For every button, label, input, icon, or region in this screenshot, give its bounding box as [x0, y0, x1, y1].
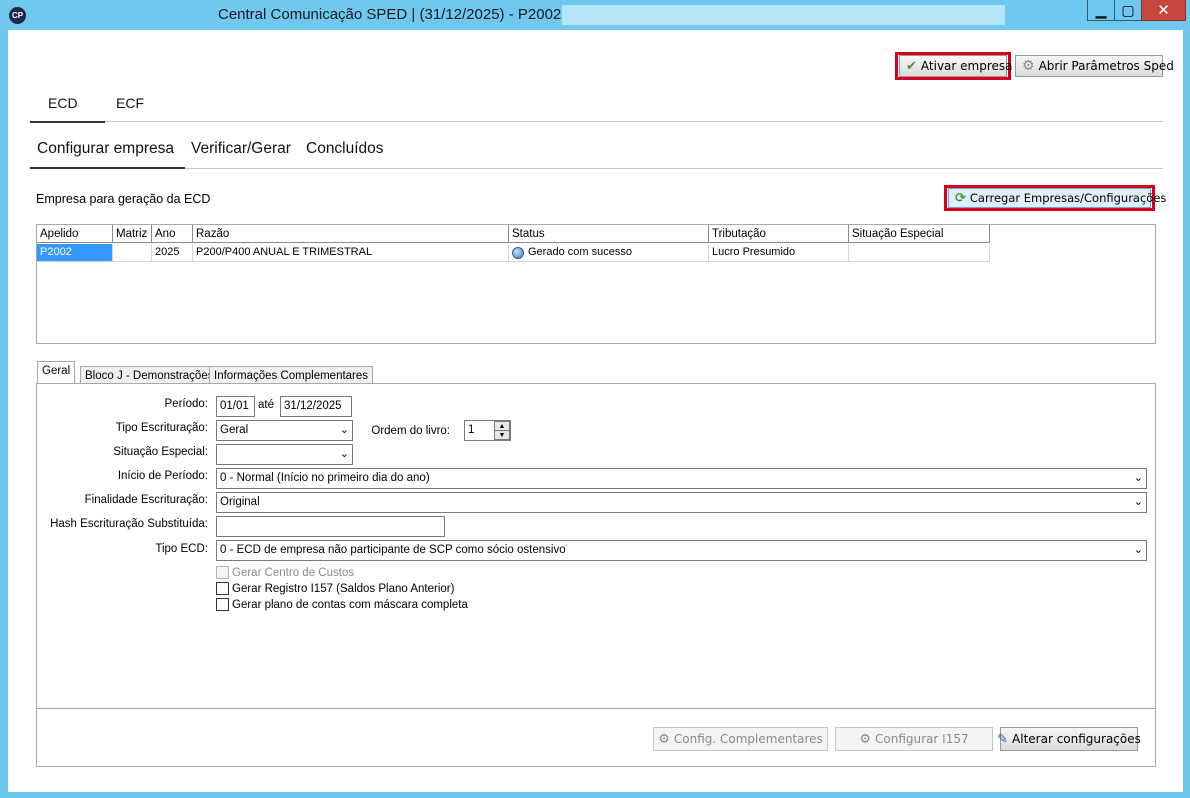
chevron-down-icon: ⌄: [1133, 544, 1143, 556]
maximize-icon: ▢: [1121, 1, 1135, 18]
main-tabs-divider: [105, 121, 1163, 122]
gerar-i157-label: Gerar Registro I157 (Saldos Plano Anteri…: [232, 582, 455, 595]
finalidade-value: Original: [220, 496, 260, 508]
gerar-i157-checkbox[interactable]: Gerar Registro I157 (Saldos Plano Anteri…: [216, 582, 454, 595]
gerar-centro-custos-label: Gerar Centro de Custos: [232, 566, 355, 579]
check-icon: ✔: [906, 58, 917, 74]
configurar-i157-label: Configurar I157: [875, 732, 969, 746]
situacao-especial-select[interactable]: ⌄: [216, 444, 353, 465]
tab-ecf[interactable]: ECF: [116, 95, 144, 111]
column-header[interactable]: Situação Especial: [849, 225, 990, 243]
empresas-grid[interactable]: Apelido Matriz Ano Razão Status Tributaç…: [36, 224, 1156, 344]
spin-up-icon[interactable]: ▲: [495, 422, 509, 431]
close-button[interactable]: ✕: [1141, 0, 1186, 21]
close-icon: ✕: [1157, 2, 1170, 19]
configurar-i157-button[interactable]: ⚙ Configurar I157: [835, 727, 993, 751]
tab-configurar-empresa[interactable]: Configurar empresa: [37, 140, 174, 158]
refresh-icon: ⟳: [955, 190, 966, 206]
minimize-icon: ▁: [1095, 1, 1107, 18]
column-header[interactable]: Ano: [152, 225, 193, 243]
tipo-ecd-label: Tipo ECD:: [155, 543, 208, 555]
tipo-escrituracao-value: Geral: [220, 424, 249, 436]
finalidade-select[interactable]: Original ⌄: [216, 492, 1147, 513]
tipo-escrituracao-label: Tipo Escrituração:: [115, 422, 208, 434]
ordem-livro-label: Ordem do livro:: [371, 425, 450, 437]
checkbox-box[interactable]: [216, 598, 229, 611]
column-header[interactable]: Tributação: [709, 225, 849, 243]
tab-verificar-gerar[interactable]: Verificar/Gerar: [191, 140, 291, 158]
finalidade-label: Finalidade Escrituração:: [84, 494, 208, 506]
cell-matriz[interactable]: [113, 244, 152, 262]
cell-tributacao[interactable]: Lucro Presumido: [709, 244, 849, 262]
chevron-down-icon: ⌄: [1133, 472, 1143, 484]
column-header[interactable]: Status: [509, 225, 709, 243]
chevron-down-icon: ⌄: [339, 424, 349, 436]
situacao-especial-label: Situação Especial:: [113, 446, 208, 458]
hash-field[interactable]: [216, 516, 445, 537]
tipo-ecd-value: 0 - ECD de empresa não participante de S…: [220, 544, 566, 556]
spin-down-icon[interactable]: ▼: [495, 431, 509, 440]
maximize-button[interactable]: ▢: [1114, 0, 1141, 21]
ativar-empresa-button[interactable]: ✔ Ativar empresa: [899, 55, 1013, 77]
carregar-empresas-label: Carregar Empresas/Configurações: [969, 191, 1167, 205]
periodo-label: Período:: [164, 398, 208, 410]
ordem-livro-spinner[interactable]: ▲ ▼: [494, 421, 510, 440]
ativar-empresa-label: Ativar empresa: [920, 59, 1013, 73]
tipo-escrituracao-select[interactable]: Geral ⌄: [216, 420, 353, 441]
config-complementares-button[interactable]: ⚙ Config. Complementares: [653, 727, 828, 751]
tab-ecd[interactable]: ECD: [48, 95, 78, 111]
ate-label: até: [258, 399, 274, 411]
cell-ano[interactable]: 2025: [152, 244, 193, 262]
periodo-inicio-field[interactable]: 01/01: [216, 396, 255, 417]
hash-label: Hash Escrituração Substituída:: [50, 518, 208, 530]
tipo-ecd-select[interactable]: 0 - ECD de empresa não participante de S…: [216, 540, 1147, 561]
column-header[interactable]: Apelido: [37, 225, 113, 243]
title-redacted-area: [562, 5, 1005, 25]
app-logo-icon: CP: [9, 7, 26, 24]
gear-icon: ⚙: [658, 731, 670, 747]
status-circle-icon: [512, 246, 524, 259]
sub-tabs-divider: [185, 168, 1163, 169]
abrir-parametros-button[interactable]: ⚙ Abrir Parâmetros Sped: [1015, 55, 1174, 77]
cell-razao[interactable]: P200/P400 ANUAL E TRIMESTRAL: [193, 244, 509, 262]
abrir-parametros-label: Abrir Parâmetros Sped: [1038, 59, 1174, 73]
inicio-periodo-label: Início de Período:: [117, 470, 208, 482]
inicio-periodo-select[interactable]: 0 - Normal (Início no primeiro dia do an…: [216, 468, 1147, 489]
alterar-configuracoes-label: Alterar configurações: [1012, 732, 1141, 746]
column-header[interactable]: Razão: [193, 225, 509, 243]
carregar-empresas-button[interactable]: ⟳ Carregar Empresas/Configurações: [948, 188, 1166, 208]
column-header[interactable]: Matriz: [113, 225, 152, 243]
gear-icon: ⚙: [1022, 58, 1035, 74]
tab-ecd-underline: [30, 121, 105, 123]
window-title: Central Comunicação SPED | (31/12/2025) …: [218, 6, 571, 23]
config-complementares-label: Config. Complementares: [673, 732, 823, 746]
minimize-button[interactable]: ▁: [1087, 0, 1114, 21]
chevron-down-icon: ⌄: [339, 448, 349, 460]
status-text: Gerado com sucesso: [528, 246, 632, 258]
edit-icon: ✎: [997, 731, 1009, 747]
config-panel: [36, 383, 1156, 767]
tab-geral[interactable]: Geral: [37, 361, 76, 384]
cell-status[interactable]: Gerado com sucesso: [509, 244, 709, 262]
chevron-down-icon: ⌄: [1133, 496, 1143, 508]
inicio-periodo-value: 0 - Normal (Início no primeiro dia do an…: [220, 472, 430, 484]
tab-configurar-underline: [30, 167, 185, 169]
checkbox-box[interactable]: [216, 582, 229, 595]
gerar-mascara-checkbox[interactable]: Gerar plano de contas com máscara comple…: [216, 598, 468, 611]
periodo-fim-field[interactable]: 31/12/2025: [280, 396, 352, 417]
alterar-configuracoes-button[interactable]: ✎ Alterar configurações: [997, 727, 1141, 751]
tab-concluidos[interactable]: Concluídos: [306, 140, 384, 158]
cell-situacao[interactable]: [849, 244, 990, 262]
gerar-mascara-label: Gerar plano de contas com máscara comple…: [232, 598, 468, 611]
empresa-section-title: Empresa para geração da ECD: [36, 192, 211, 206]
gear-icon: ⚙: [859, 731, 872, 747]
checkbox-box[interactable]: [216, 566, 229, 579]
cell-apelido[interactable]: P2002: [37, 244, 113, 262]
gerar-centro-custos-checkbox[interactable]: Gerar Centro de Custos: [216, 566, 354, 579]
panel-divider: [37, 708, 1155, 709]
